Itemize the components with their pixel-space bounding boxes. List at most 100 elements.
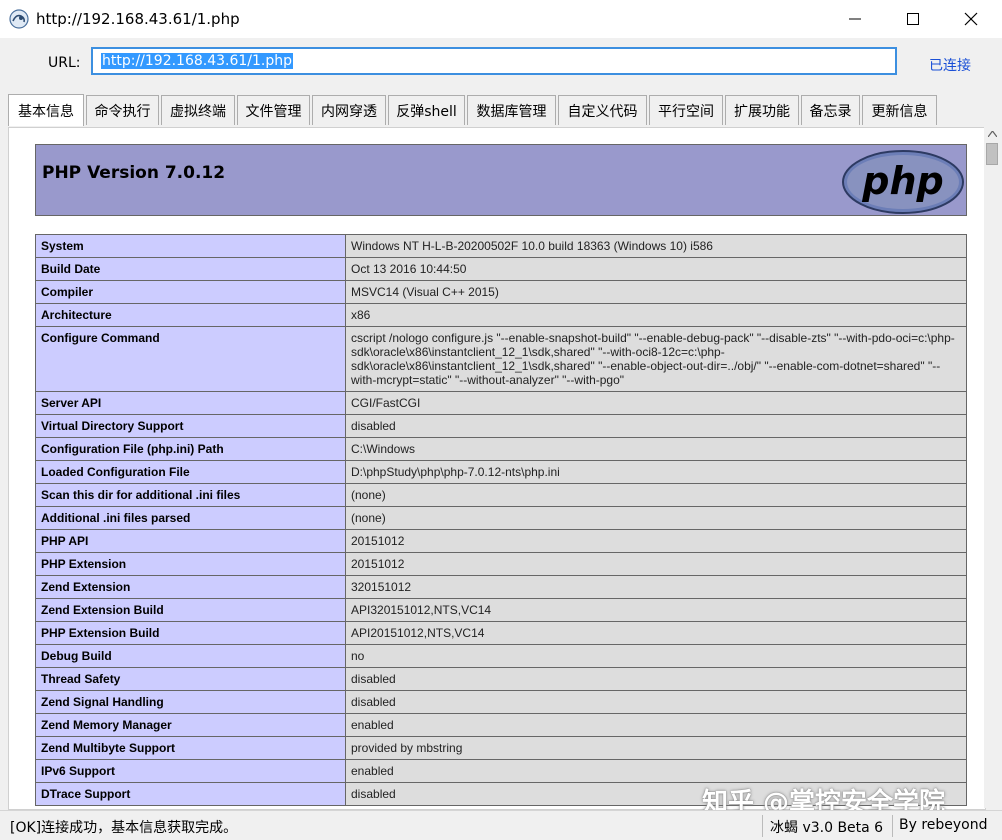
scroll-thumb[interactable] xyxy=(986,143,998,165)
phpinfo-value: x86 xyxy=(345,303,967,327)
minimize-button[interactable] xyxy=(826,0,884,38)
phpinfo-key: PHP Extension xyxy=(35,552,346,576)
phpinfo-row: Additional .ini files parsed (none) xyxy=(35,506,967,530)
phpinfo-value: 20151012 xyxy=(345,552,967,576)
tab-command-exec[interactable]: 命令执行 xyxy=(86,95,159,125)
phpinfo-row: Zend Extension 320151012 xyxy=(35,575,967,599)
phpinfo-row: IPv6 Support enabled xyxy=(35,759,967,783)
phpinfo-key: Zend Memory Manager xyxy=(35,713,346,737)
phpinfo-value: CGI/FastCGI xyxy=(345,391,967,415)
scorpion-app-icon xyxy=(9,9,29,29)
close-icon xyxy=(964,12,978,26)
url-label: URL: xyxy=(48,55,81,71)
phpinfo-row: Loaded Configuration File D:\phpStudy\php… xyxy=(35,460,967,484)
phpinfo-table: System Windows NT H-L-B-20200502F 10.0 bu… xyxy=(35,234,967,806)
phpinfo-key: Compiler xyxy=(35,280,346,304)
phpinfo-row: Virtual Directory Support disabled xyxy=(35,414,967,438)
phpinfo-value: API320151012,NTS,VC14 xyxy=(345,598,967,622)
tab-virtual-terminal[interactable]: 虚拟终端 xyxy=(161,95,235,125)
phpinfo-key: Debug Build xyxy=(35,644,346,668)
maximize-icon xyxy=(907,13,919,25)
title-bar: http://192.168.43.61/1.php xyxy=(0,0,1002,39)
phpinfo-key: PHP API xyxy=(35,529,346,553)
phpinfo-value: enabled xyxy=(345,759,967,783)
php-version-title: PHP Version 7.0.12 xyxy=(42,163,226,183)
php-logo-icon: php xyxy=(842,150,964,214)
php-logo-text: php xyxy=(861,159,943,203)
phpinfo-key: Virtual Directory Support xyxy=(35,414,346,438)
phpinfo-key: Zend Extension Build xyxy=(35,598,346,622)
phpinfo-value: (none) xyxy=(345,506,967,530)
phpinfo-value: Oct 13 2016 10:44:50 xyxy=(345,257,967,281)
phpinfo-row: Zend Memory Manager enabled xyxy=(35,713,967,737)
url-input[interactable]: http://192.168.43.61/1.php xyxy=(91,47,897,75)
vertical-scrollbar[interactable] xyxy=(984,127,1001,808)
phpinfo-row: Configure Command cscript /nologo configu… xyxy=(35,326,967,392)
phpinfo-value: disabled xyxy=(345,667,967,691)
tab-file-manager[interactable]: 文件管理 xyxy=(237,95,310,125)
status-version: 冰蝎 v3.0 Beta 6 xyxy=(770,820,884,836)
status-author: By rebeyond xyxy=(899,817,988,833)
tab-memo[interactable]: 备忘录 xyxy=(801,95,860,125)
phpinfo-row: Build Date Oct 13 2016 10:44:50 xyxy=(35,257,967,281)
tab-parallel-space[interactable]: 平行空间 xyxy=(649,95,723,125)
phpinfo-key: IPv6 Support xyxy=(35,759,346,783)
phpinfo-key: Architecture xyxy=(35,303,346,327)
phpinfo-row: System Windows NT H-L-B-20200502F 10.0 bu… xyxy=(35,234,967,258)
tab-basic-info[interactable]: 基本信息 xyxy=(8,94,84,126)
phpinfo-row: Zend Extension Build API320151012,NTS,VC1… xyxy=(35,598,967,622)
connection-status-link[interactable]: 已连接 xyxy=(929,55,971,75)
phpinfo-row: Zend Multibyte Support provided by mbstri… xyxy=(35,736,967,760)
phpinfo-value: 320151012 xyxy=(345,575,967,599)
phpinfo-value: (none) xyxy=(345,483,967,507)
tab-database-manager[interactable]: 数据库管理 xyxy=(467,95,556,125)
phpinfo-row: PHP API 20151012 xyxy=(35,529,967,553)
phpinfo-panel: PHP Version 7.0.12 php System Windows NT … xyxy=(8,127,986,810)
status-separator xyxy=(892,815,893,837)
url-value[interactable]: http://192.168.43.61/1.php xyxy=(101,53,294,69)
status-bar: [OK]连接成功，基本信息获取完成。 冰蝎 v3.0 Beta 6 By reb… xyxy=(0,810,1002,840)
window-title: http://192.168.43.61/1.php xyxy=(36,10,240,28)
phpinfo-row: Scan this dir for additional .ini files(… xyxy=(35,483,967,507)
phpinfo-value: no xyxy=(345,644,967,668)
close-button[interactable] xyxy=(942,0,1000,38)
phpinfo-row: Server API CGI/FastCGI xyxy=(35,391,967,415)
phpinfo-key: Configuration File (php.ini) Path xyxy=(35,437,346,461)
tab-intranet-tunnel[interactable]: 内网穿透 xyxy=(312,95,386,125)
phpinfo-key: Zend Multibyte Support xyxy=(35,736,346,760)
phpinfo-value: disabled xyxy=(345,690,967,714)
phpinfo-key: System xyxy=(35,234,346,258)
phpinfo-value: MSVC14 (Visual C++ 2015) xyxy=(345,280,967,304)
tab-update-info[interactable]: 更新信息 xyxy=(862,95,937,125)
maximize-button[interactable] xyxy=(884,0,942,38)
phpinfo-key: Scan this dir for additional .ini files xyxy=(35,483,346,507)
phpinfo-key: Zend Extension xyxy=(35,575,346,599)
phpinfo-value: disabled xyxy=(345,414,967,438)
phpinfo-key: DTrace Support xyxy=(35,782,346,806)
phpinfo-key: Build Date xyxy=(35,257,346,281)
tab-custom-code[interactable]: 自定义代码 xyxy=(558,95,647,125)
phpinfo-row: Architecture x86 xyxy=(35,303,967,327)
phpinfo-value: 20151012 xyxy=(345,529,967,553)
scroll-up-icon[interactable] xyxy=(988,131,997,137)
phpinfo-row: Zend Signal Handling disabled xyxy=(35,690,967,714)
phpinfo-key: Additional .ini files parsed xyxy=(35,506,346,530)
phpinfo-value: cscript /nologo configure.js "--enable-s… xyxy=(345,326,967,392)
phpinfo-value: enabled xyxy=(345,713,967,737)
phpinfo-row: Configuration File (php.ini) Path C:\Wind… xyxy=(35,437,967,461)
phpinfo-row: PHP Extension Build API20151012,NTS,VC14 xyxy=(35,621,967,645)
phpinfo-key: PHP Extension Build xyxy=(35,621,346,645)
phpinfo-value: D:\phpStudy\php\php-7.0.12-nts\php.ini xyxy=(345,460,967,484)
tab-extensions[interactable]: 扩展功能 xyxy=(725,95,799,125)
minimize-icon xyxy=(849,18,861,20)
phpinfo-row: Thread Safety disabled xyxy=(35,667,967,691)
phpinfo-value: provided by mbstring xyxy=(345,736,967,760)
phpinfo-value: Windows NT H-L-B-20200502F 10.0 build 18… xyxy=(345,234,967,258)
php-version-header: PHP Version 7.0.12 php xyxy=(35,144,967,216)
tab-reverse-shell[interactable]: 反弹shell xyxy=(388,95,465,125)
phpinfo-value: C:\Windows xyxy=(345,437,967,461)
phpinfo-key: Configure Command xyxy=(35,326,346,392)
phpinfo-key: Server API xyxy=(35,391,346,415)
phpinfo-key: Thread Safety xyxy=(35,667,346,691)
phpinfo-row: PHP Extension 20151012 xyxy=(35,552,967,576)
